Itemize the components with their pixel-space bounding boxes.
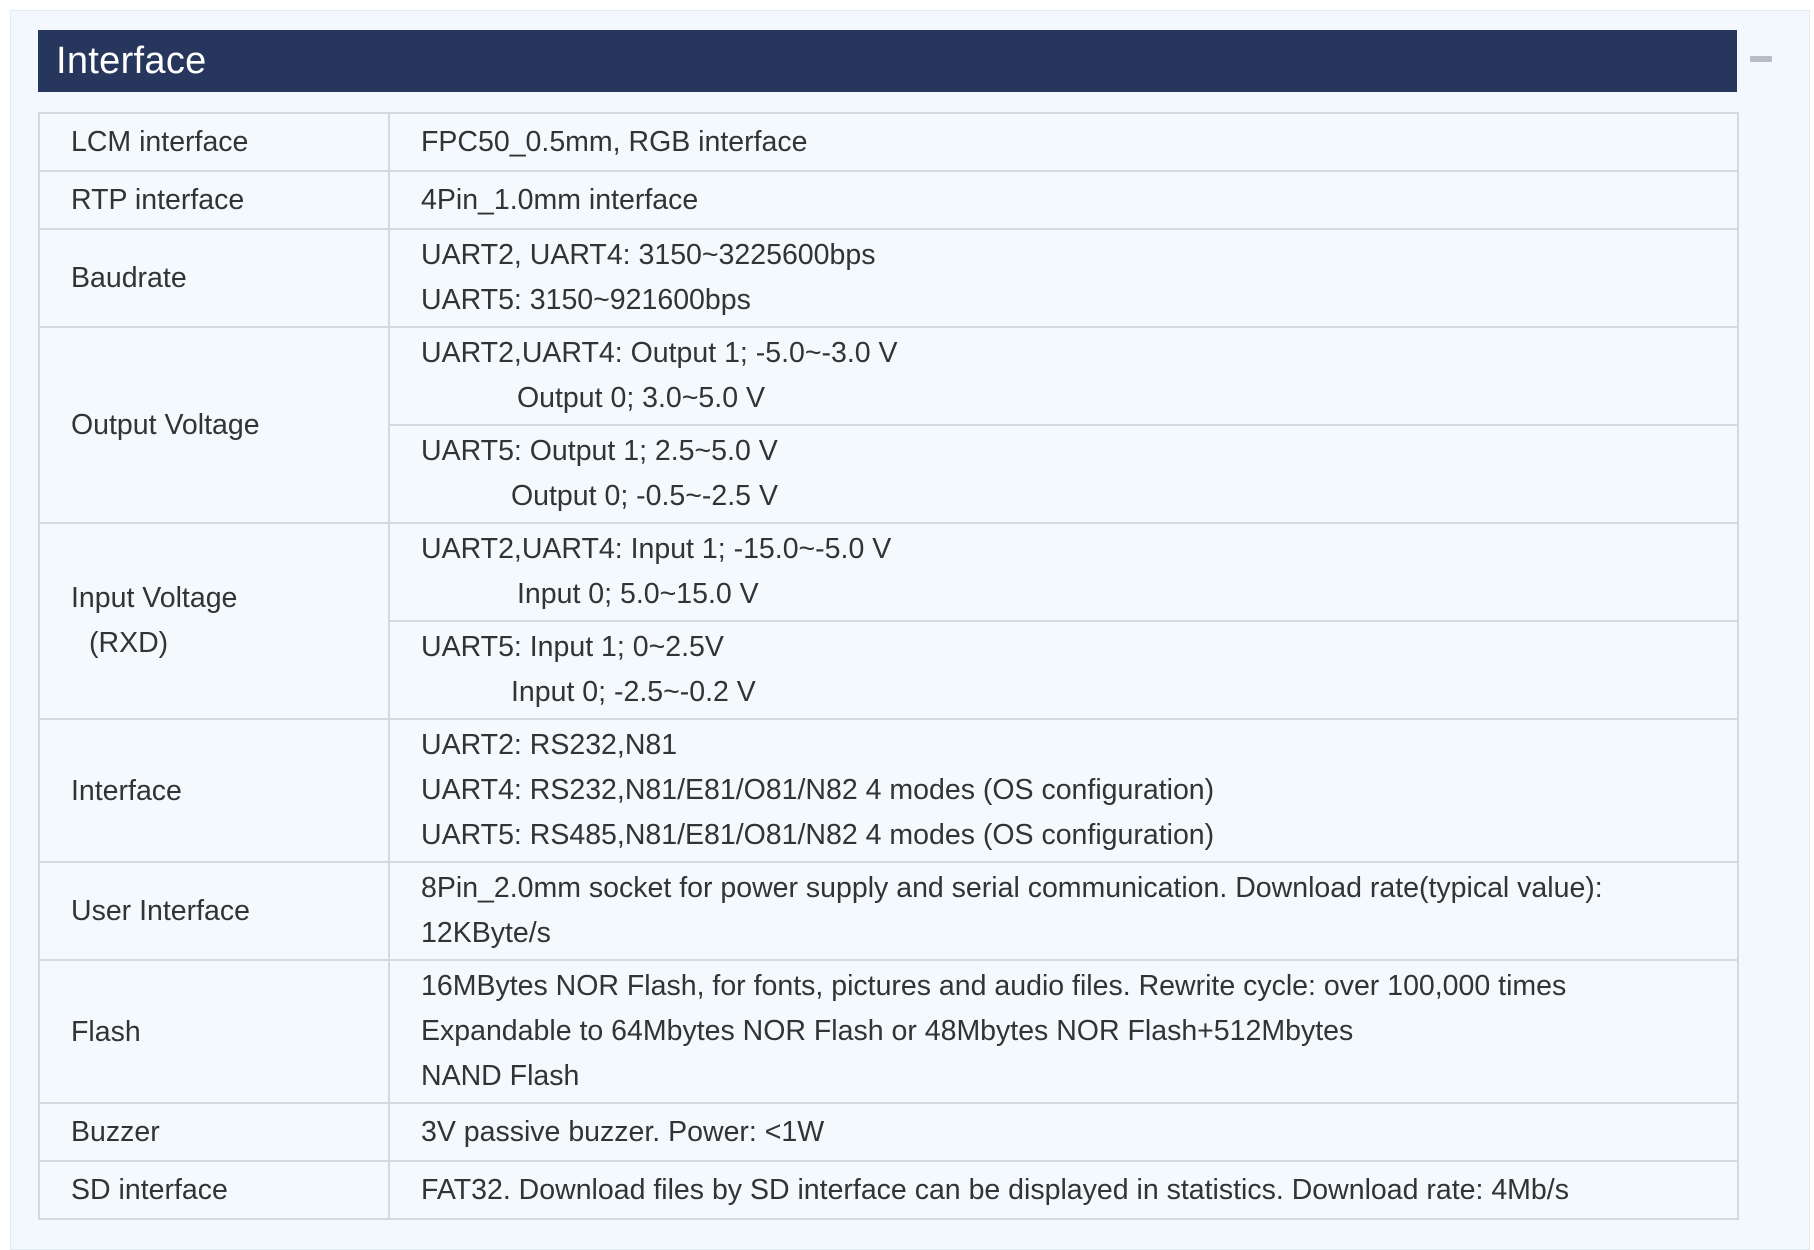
table-row-input-voltage: Input Voltage (RXD) UART2,UART4: Input 1… xyxy=(38,522,1739,720)
row-value: UART2, UART4: 3150~3225600bps UART5: 315… xyxy=(388,228,1739,328)
section-header: Interface xyxy=(38,30,1737,92)
value-line: Expandable to 64Mbytes NOR Flash or 48Mb… xyxy=(421,1015,1354,1047)
value-line: UART2,UART4: Input 1; -15.0~-5.0 V xyxy=(421,533,892,565)
value-line: UART2, UART4: 3150~3225600bps xyxy=(421,239,876,271)
value-line: UART2,UART4: Output 1; -5.0~-3.0 V xyxy=(421,337,898,369)
value-line: 16MBytes NOR Flash, for fonts, pictures … xyxy=(421,970,1567,1002)
row-value: 4Pin_1.0mm interface xyxy=(388,170,1739,230)
spec-table: LCM interface FPC50_0.5mm, RGB interface… xyxy=(38,112,1739,1220)
row-label: Flash xyxy=(38,959,390,1104)
value-line: UART5: RS485,N81/E81/O81/N82 4 modes (OS… xyxy=(421,819,1215,851)
value-line: Input 0; 5.0~15.0 V xyxy=(517,578,759,610)
value-line: UART5: Input 1; 0~2.5V xyxy=(421,631,724,663)
table-row-rtp: RTP interface 4Pin_1.0mm interface xyxy=(38,170,1739,230)
row-value: UART5: Output 1; 2.5~5.0 V Output 0; -0.… xyxy=(388,424,1739,524)
value-line: UART2: RS232,N81 xyxy=(421,729,678,761)
label-sub: (RXD) xyxy=(89,627,169,659)
row-value: UART2: RS232,N81 UART4: RS232,N81/E81/O8… xyxy=(388,718,1739,863)
row-label: Baudrate xyxy=(38,228,390,328)
value-line: Output 0; 3.0~5.0 V xyxy=(517,382,765,414)
row-label: LCM interface xyxy=(38,112,390,172)
minus-icon[interactable] xyxy=(1750,56,1772,62)
row-value: UART2,UART4: Output 1; -5.0~-3.0 V Outpu… xyxy=(388,326,1739,426)
value-line: Input 0; -2.5~-0.2 V xyxy=(511,676,756,708)
row-label: Input Voltage (RXD) xyxy=(38,522,390,720)
row-label: SD interface xyxy=(38,1160,390,1220)
table-row-output-voltage: Output Voltage UART2,UART4: Output 1; -5… xyxy=(38,326,1739,524)
row-value: FPC50_0.5mm, RGB interface xyxy=(388,112,1739,172)
row-label: Buzzer xyxy=(38,1102,390,1162)
row-value: FAT32. Download files by SD interface ca… xyxy=(388,1160,1739,1220)
row-value: UART2,UART4: Input 1; -15.0~-5.0 V Input… xyxy=(388,522,1739,622)
table-row-flash: Flash 16MBytes NOR Flash, for fonts, pic… xyxy=(38,959,1739,1104)
row-label: Interface xyxy=(38,718,390,863)
section-title: Interface xyxy=(56,39,207,82)
row-label: RTP interface xyxy=(38,170,390,230)
value-line: Output 0; -0.5~-2.5 V xyxy=(511,480,778,512)
table-row-baudrate: Baudrate UART2, UART4: 3150~3225600bps U… xyxy=(38,228,1739,328)
value-line: UART5: Output 1; 2.5~5.0 V xyxy=(421,435,778,467)
value-line: NAND Flash xyxy=(421,1060,580,1092)
value-line: 12KByte/s xyxy=(421,917,551,949)
value-line: UART4: RS232,N81/E81/O81/N82 4 modes (OS… xyxy=(421,774,1215,806)
row-value: 3V passive buzzer. Power: <1W xyxy=(388,1102,1739,1162)
table-row-user-interface: User Interface 8Pin_2.0mm socket for pow… xyxy=(38,861,1739,961)
table-row-interface: Interface UART2: RS232,N81 UART4: RS232,… xyxy=(38,718,1739,863)
table-row-lcm: LCM interface FPC50_0.5mm, RGB interface xyxy=(38,112,1739,172)
row-value: UART5: Input 1; 0~2.5V Input 0; -2.5~-0.… xyxy=(388,620,1739,720)
table-row-buzzer: Buzzer 3V passive buzzer. Power: <1W xyxy=(38,1102,1739,1162)
table-row-sd: SD interface FAT32. Download files by SD… xyxy=(38,1160,1739,1220)
value-line: 8Pin_2.0mm socket for power supply and s… xyxy=(421,872,1603,904)
row-value: 8Pin_2.0mm socket for power supply and s… xyxy=(388,861,1739,961)
row-value: 16MBytes NOR Flash, for fonts, pictures … xyxy=(388,959,1739,1104)
label-line: Input Voltage xyxy=(71,582,238,614)
row-label: Output Voltage xyxy=(38,326,390,524)
value-line: UART5: 3150~921600bps xyxy=(421,284,751,316)
row-label: User Interface xyxy=(38,861,390,961)
